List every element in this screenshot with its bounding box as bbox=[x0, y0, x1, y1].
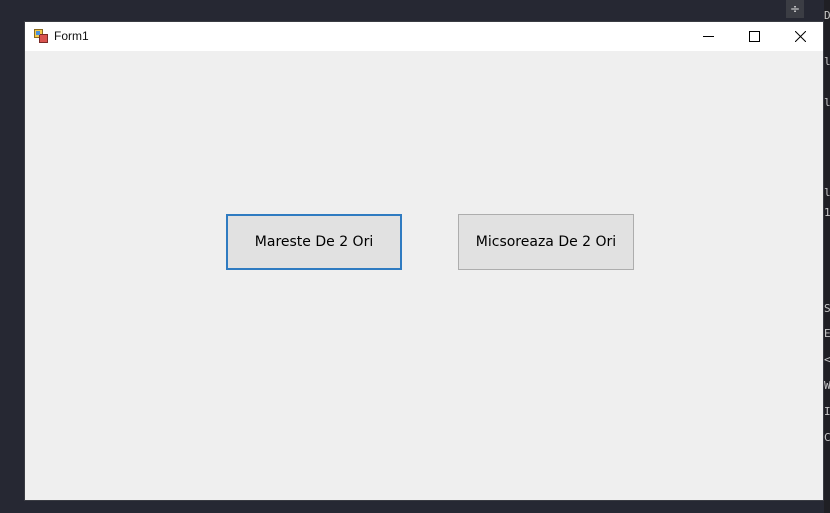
split-icon[interactable]: ÷ bbox=[786, 0, 804, 18]
minimize-icon bbox=[702, 36, 714, 37]
ide-edge-char: l bbox=[824, 55, 830, 68]
ide-edge-char: W bbox=[824, 379, 830, 392]
form1-window: Form1 Mareste De 2 Ori Micsoreaza De 2 O… bbox=[24, 21, 824, 501]
ide-edge-char: l bbox=[824, 96, 830, 109]
ide-edge-char: D bbox=[824, 9, 830, 22]
maximize-button[interactable] bbox=[731, 22, 777, 51]
close-button[interactable] bbox=[777, 22, 823, 51]
ide-edge-char: 1 bbox=[824, 206, 830, 219]
mareste-button[interactable]: Mareste De 2 Ori bbox=[226, 214, 402, 270]
ide-edge-char: S bbox=[824, 302, 830, 315]
window-title: Form1 bbox=[54, 29, 89, 43]
close-icon bbox=[794, 31, 806, 42]
ide-edge-char: E bbox=[824, 327, 830, 340]
title-bar[interactable]: Form1 bbox=[25, 22, 823, 51]
micsoreaza-button[interactable]: Micsoreaza De 2 Ori bbox=[458, 214, 634, 270]
maximize-icon bbox=[748, 31, 760, 42]
ide-edge-char: C bbox=[824, 431, 830, 444]
minimize-button[interactable] bbox=[685, 22, 731, 51]
ide-edge-char: < bbox=[824, 353, 830, 366]
ide-edge-char: I bbox=[824, 405, 830, 418]
ide-edge-char: l bbox=[824, 186, 830, 199]
form-app-icon bbox=[34, 29, 48, 43]
